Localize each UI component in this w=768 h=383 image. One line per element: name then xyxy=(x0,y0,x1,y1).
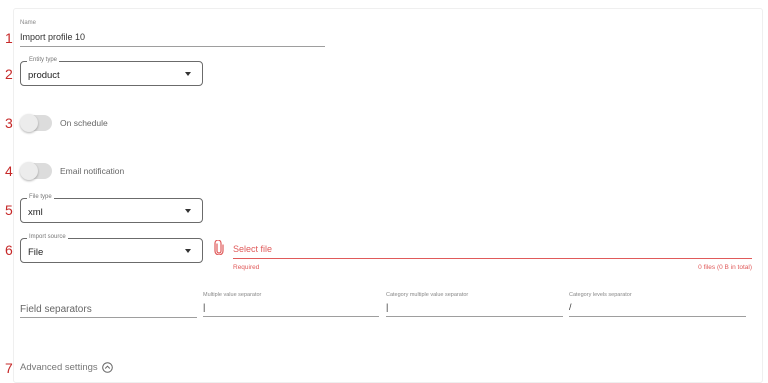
multiple-value-separator-underline xyxy=(203,316,379,317)
marker-5: 5 xyxy=(5,202,13,218)
email-notification-toggle[interactable] xyxy=(20,162,52,180)
paperclip-icon[interactable] xyxy=(214,239,224,256)
category-levels-separator-input[interactable]: / xyxy=(569,302,572,312)
name-underline xyxy=(20,46,325,47)
category-levels-separator-underline xyxy=(569,316,746,317)
select-file-input[interactable]: Select file xyxy=(233,244,272,254)
marker-7: 7 xyxy=(5,360,13,376)
name-label: Name xyxy=(20,20,37,26)
category-multiple-value-separator-label: Category multiple value separator xyxy=(386,292,469,298)
on-schedule-label: On schedule xyxy=(60,118,108,128)
file-type-label: File type xyxy=(27,194,54,200)
file-type-value: xml xyxy=(28,207,43,218)
category-multiple-value-separator-underline xyxy=(386,316,563,317)
category-levels-separator-label: Category levels separator xyxy=(569,292,632,298)
file-type-select[interactable]: File type xml xyxy=(20,194,203,223)
multiple-value-separator-label: Multiple value separator xyxy=(203,292,262,298)
caret-down-icon xyxy=(185,72,191,76)
file-input-underline xyxy=(233,258,752,259)
marker-4: 4 xyxy=(5,163,13,179)
import-source-label: Import source xyxy=(27,234,68,240)
file-count-summary: 0 files (0 B in total) xyxy=(698,264,752,271)
advanced-settings-toggle[interactable]: Advanced settings xyxy=(20,362,113,373)
entity-type-label: Entity type xyxy=(27,57,60,63)
marker-2: 2 xyxy=(5,66,13,82)
file-required-helper: Required xyxy=(233,264,260,271)
on-schedule-toggle[interactable] xyxy=(20,114,52,132)
email-notification-label: Email notification xyxy=(60,166,125,176)
field-separators-underline xyxy=(20,317,197,318)
marker-6: 6 xyxy=(5,242,13,258)
toggle-knob xyxy=(20,162,38,180)
entity-type-value: product xyxy=(28,70,60,81)
caret-down-icon xyxy=(185,249,191,253)
entity-type-select[interactable]: Entity type product xyxy=(20,57,203,86)
caret-down-icon xyxy=(185,209,191,213)
import-source-value: File xyxy=(28,247,44,258)
multiple-value-separator-input[interactable]: | xyxy=(203,302,205,312)
marker-1: 1 xyxy=(5,30,13,46)
marker-3: 3 xyxy=(5,115,13,131)
advanced-settings-label: Advanced settings xyxy=(20,362,98,373)
toggle-knob xyxy=(20,114,38,132)
name-input[interactable]: Import profile 10 xyxy=(20,32,85,42)
chevron-up-circle-icon xyxy=(101,362,113,373)
field-separators-title: Field separators xyxy=(20,304,92,315)
import-source-select[interactable]: Import source File xyxy=(20,234,203,263)
category-multiple-value-separator-input[interactable]: | xyxy=(386,302,388,312)
